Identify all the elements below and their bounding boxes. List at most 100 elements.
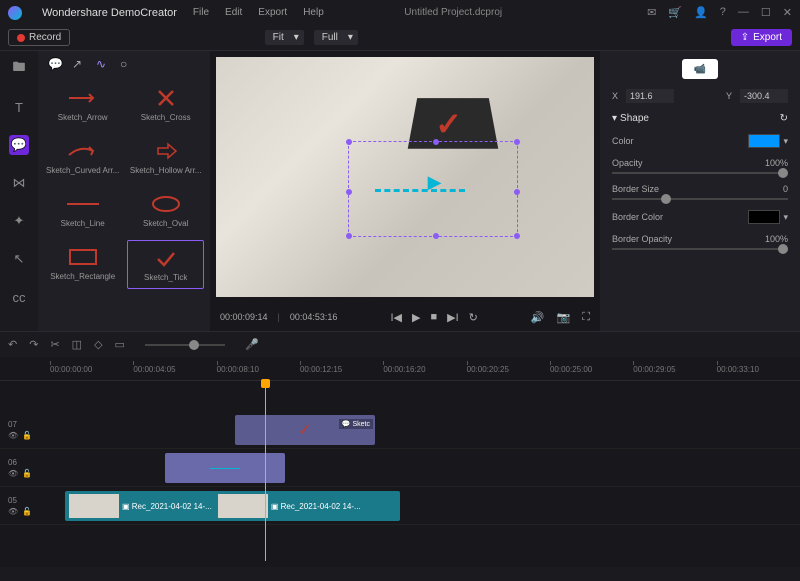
track-07: 07👁🔓 ✓💬 Sketc <box>0 411 800 449</box>
total-time: 00:04:53:16 <box>290 312 338 322</box>
resize-handle[interactable] <box>514 139 520 145</box>
clip-video[interactable]: ▣ Rec_2021-04-02 14-... ▣ Rec_2021-04-02… <box>65 491 400 521</box>
sidebar-annotation-icon[interactable]: 💬 <box>9 135 29 155</box>
fullscreen-icon[interactable]: ⛶ <box>582 311 590 324</box>
asset-sketch-hollow-arrow[interactable]: Sketch_Hollow Arr... <box>127 134 204 181</box>
clip-extension[interactable] <box>165 453 285 483</box>
clip-thumbnail <box>218 494 268 518</box>
red-check-annotation: ✓ <box>435 105 462 143</box>
sidebar-caption-icon[interactable]: cc <box>9 287 29 307</box>
record-dot-icon <box>17 34 25 42</box>
crop-icon[interactable]: ◫ <box>72 338 82 351</box>
visibility-icon[interactable]: 👁 <box>8 431 18 440</box>
full-dropdown[interactable]: Full <box>314 30 358 45</box>
marker-icon[interactable]: ◇ <box>94 338 102 351</box>
resize-handle[interactable] <box>346 189 352 195</box>
lock-icon[interactable]: 🔓 <box>22 431 32 440</box>
asset-tab-arrow-icon[interactable]: ↗ <box>72 57 88 73</box>
sidebar-transition-icon[interactable]: ⋈ <box>9 173 29 193</box>
mic-icon[interactable]: 🎤 <box>245 338 259 351</box>
reset-icon[interactable]: ↻ <box>780 113 788 124</box>
selection-rect[interactable] <box>348 141 518 237</box>
volume-icon[interactable]: 🔊 <box>531 311 545 324</box>
resize-handle[interactable] <box>514 233 520 239</box>
playhead[interactable] <box>265 381 266 561</box>
border-opacity-value: 100% <box>765 234 788 244</box>
visibility-icon[interactable]: 👁 <box>8 469 18 478</box>
stop-icon[interactable]: ■ <box>430 311 437 324</box>
help-icon[interactable]: ? <box>720 6 726 19</box>
zoom-slider[interactable] <box>145 344 225 346</box>
loop-icon[interactable]: ↻ <box>469 311 478 324</box>
menu-file[interactable]: File <box>193 7 209 18</box>
export-button[interactable]: ⇪ Export <box>731 29 792 46</box>
border-color-dropdown-icon[interactable]: ▾ <box>783 212 788 223</box>
asset-tab-speech-icon[interactable]: 💬 <box>48 57 64 73</box>
timeline-ruler[interactable]: 00:00:00:00 00:00:04:05 00:00:08:10 00:0… <box>0 357 800 381</box>
shape-section-header[interactable]: Shape ↻ <box>612 113 788 124</box>
border-color-picker[interactable] <box>748 210 780 224</box>
app-name: Wondershare DemoCreator <box>42 7 177 19</box>
timeline: 00:00:00:00 00:00:04:05 00:00:08:10 00:0… <box>0 357 800 567</box>
menu-edit[interactable]: Edit <box>225 7 242 18</box>
border-size-value: 0 <box>783 184 788 194</box>
asset-sketch-rectangle[interactable]: Sketch_Rectangle <box>44 240 121 289</box>
properties-panel: 📹 X Y Shape ↻ Color▾ Opacity100% Border … <box>600 51 800 331</box>
asset-tab-sketch-icon[interactable]: ∿ <box>96 57 112 73</box>
asset-tab-shape-icon[interactable]: ○ <box>120 57 136 73</box>
asset-sketch-oval[interactable]: Sketch_Oval <box>127 187 204 234</box>
x-label: X <box>612 91 618 101</box>
user-icon[interactable]: 👤 <box>694 6 708 19</box>
redo-icon[interactable]: ↷ <box>29 338 38 351</box>
resize-handle[interactable] <box>346 139 352 145</box>
maximize-icon[interactable]: ☐ <box>761 6 771 19</box>
x-input[interactable] <box>626 89 674 103</box>
split-icon[interactable]: ✂ <box>50 338 59 351</box>
color-dropdown-icon[interactable]: ▾ <box>783 136 788 147</box>
border-size-label: Border Size <box>612 184 783 194</box>
record-button[interactable]: Record <box>8 29 70 46</box>
border-opacity-slider[interactable] <box>612 248 788 250</box>
minimize-icon[interactable]: — <box>738 6 749 19</box>
prev-frame-icon[interactable]: I◀ <box>390 311 402 324</box>
record-label: Record <box>29 32 61 43</box>
menu-export[interactable]: Export <box>258 7 287 18</box>
lock-icon[interactable]: 🔓 <box>22 469 32 478</box>
fit-dropdown[interactable]: Fit <box>265 30 304 45</box>
asset-sketch-line[interactable]: Sketch_Line <box>44 187 121 234</box>
resize-handle[interactable] <box>433 139 439 145</box>
y-input[interactable] <box>740 89 788 103</box>
visibility-icon[interactable]: 👁 <box>8 507 18 516</box>
snapshot-icon[interactable]: 📷 <box>557 311 571 324</box>
color-picker[interactable] <box>748 134 780 148</box>
opacity-slider[interactable] <box>612 172 788 174</box>
asset-sketch-cross[interactable]: Sketch_Cross <box>127 81 204 128</box>
undo-icon[interactable]: ↶ <box>8 338 17 351</box>
resize-handle[interactable] <box>514 189 520 195</box>
menu-help[interactable]: Help <box>303 7 324 18</box>
next-frame-icon[interactable]: ▶I <box>447 311 459 324</box>
camera-tab[interactable]: 📹 <box>682 59 718 79</box>
group-icon[interactable]: ▭ <box>115 338 125 351</box>
clip-sketch-tick[interactable]: ✓💬 Sketc <box>235 415 375 445</box>
border-size-slider[interactable] <box>612 198 788 200</box>
mail-icon[interactable]: ✉ <box>647 6 656 19</box>
preview-canvas[interactable]: ✓ ▶ <box>216 57 594 297</box>
asset-sketch-curved-arrow[interactable]: Sketch_Curved Arr... <box>44 134 121 181</box>
resize-handle[interactable] <box>433 233 439 239</box>
play-icon[interactable]: ▶ <box>412 311 420 324</box>
sidebar-text-icon[interactable]: T <box>9 97 29 117</box>
app-logo-icon <box>8 6 22 20</box>
export-label: Export <box>753 32 782 43</box>
sidebar-library-icon[interactable]: 🖿 <box>9 59 29 79</box>
sidebar-effects-icon[interactable]: ✦ <box>9 211 29 231</box>
lock-icon[interactable]: 🔓 <box>22 507 32 516</box>
player-bar: 00:00:09:14 | 00:04:53:16 I◀ ▶ ■ ▶I ↻ 🔊 … <box>210 303 600 331</box>
close-icon[interactable]: ✕ <box>783 6 792 19</box>
timeline-toolbar: ↶ ↷ ✂ ◫ ◇ ▭ 🎤 <box>0 331 800 357</box>
asset-sketch-arrow[interactable]: Sketch_Arrow <box>44 81 121 128</box>
cart-icon[interactable]: 🛒 <box>668 6 682 19</box>
sidebar-cursor-icon[interactable]: ↖ <box>9 249 29 269</box>
resize-handle[interactable] <box>346 233 352 239</box>
asset-sketch-tick[interactable]: Sketch_Tick <box>127 240 204 289</box>
